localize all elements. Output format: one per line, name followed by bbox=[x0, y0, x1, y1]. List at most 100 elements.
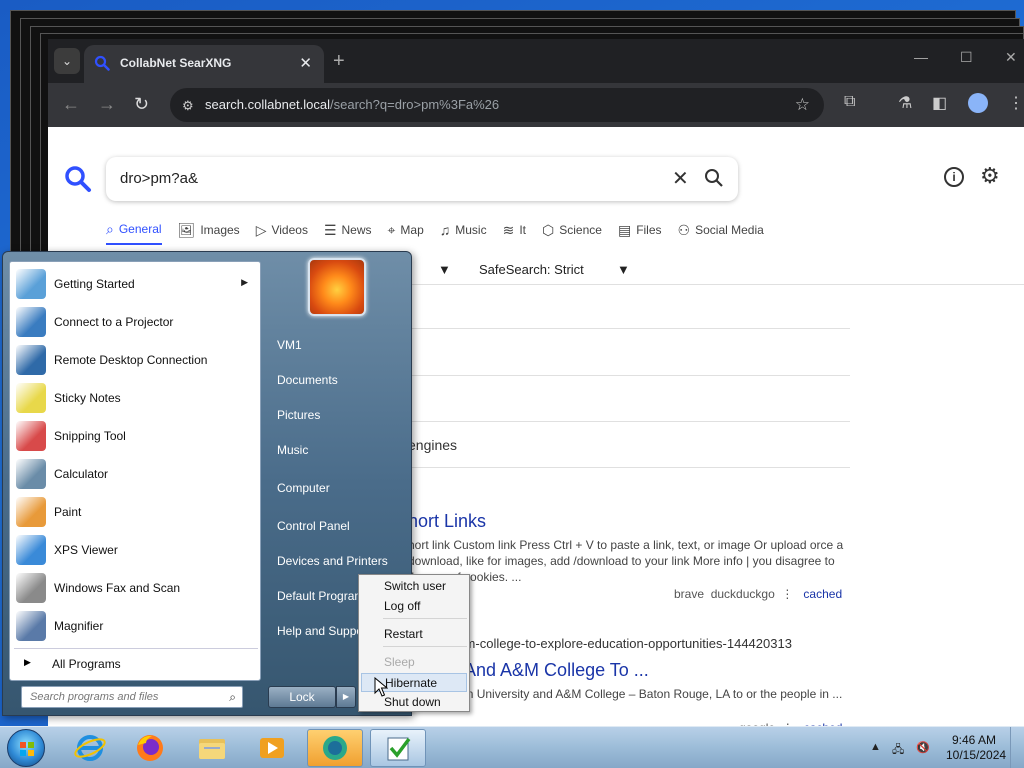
power-switch-user[interactable]: Switch user bbox=[361, 577, 467, 596]
category-label: News bbox=[341, 223, 372, 237]
menu-separator bbox=[383, 618, 467, 619]
url-text: search.collabnet.local/search?q=dro>pm%3… bbox=[205, 97, 500, 112]
filters-divider bbox=[408, 328, 850, 329]
close-window-button[interactable]: ✕ bbox=[1005, 49, 1017, 66]
power-options-arrow-button[interactable]: ▶ bbox=[336, 686, 356, 708]
tab-science[interactable]: ⬡ Science bbox=[542, 215, 602, 245]
menu-icon[interactable]: ⋮ bbox=[1008, 93, 1024, 113]
music-icon: ♫ bbox=[439, 222, 451, 238]
start-link-vm1[interactable]: VM1 bbox=[277, 338, 302, 352]
tab-files[interactable]: ▤ Files bbox=[618, 215, 662, 245]
browser-tab[interactable]: CollabNet SearXNG ✕ bbox=[84, 45, 324, 83]
extensions-icon[interactable]: ⧉ bbox=[844, 93, 855, 111]
app-label: Remote Desktop Connection bbox=[54, 353, 208, 367]
show-desktop-button[interactable] bbox=[1010, 727, 1024, 768]
start-app-windows-fax-and-scan[interactable]: Windows Fax and Scan bbox=[14, 570, 254, 606]
bookmark-star-icon[interactable]: ☆ bbox=[795, 95, 810, 115]
new-tab-button[interactable]: + bbox=[333, 50, 345, 73]
start-link-pictures[interactable]: Pictures bbox=[277, 408, 320, 422]
taskbar-app-active[interactable] bbox=[307, 729, 363, 767]
forward-icon[interactable]: → bbox=[98, 94, 116, 115]
network-icon[interactable]: 🖧 bbox=[892, 741, 904, 760]
start-button[interactable] bbox=[7, 729, 45, 767]
searxng-logo-icon[interactable] bbox=[64, 165, 92, 198]
power-restart[interactable]: Restart bbox=[361, 625, 467, 644]
safesearch-filter[interactable]: SafeSearch: Strict bbox=[479, 262, 584, 277]
start-app-paint[interactable]: Paint bbox=[14, 494, 254, 530]
tab-music[interactable]: ♫ Music bbox=[440, 215, 487, 245]
clear-search-icon[interactable]: ✕ bbox=[672, 166, 689, 191]
taskbar-checklist-app[interactable] bbox=[370, 729, 426, 767]
start-link-devices-and-printers[interactable]: Devices and Printers bbox=[277, 554, 388, 568]
profile-avatar[interactable] bbox=[968, 93, 988, 113]
taskbar-file-explorer[interactable] bbox=[184, 729, 240, 767]
start-link-documents[interactable]: Documents bbox=[277, 373, 338, 387]
minimize-button[interactable]: — bbox=[914, 49, 928, 65]
system-clock[interactable]: 9:46 AM 10/15/2024 bbox=[946, 733, 1006, 763]
start-app-calculator[interactable]: Calculator bbox=[14, 456, 254, 492]
engines-heading: engines bbox=[408, 437, 458, 453]
all-programs-arrow-icon: ▶ bbox=[24, 657, 31, 667]
tab-it[interactable]: ≋ It bbox=[503, 215, 526, 245]
tab-close-icon[interactable]: ✕ bbox=[299, 54, 312, 72]
start-app-snipping-tool[interactable]: Snipping Tool bbox=[14, 418, 254, 454]
submenu-arrow-icon: ▶ bbox=[241, 277, 248, 287]
reload-icon[interactable]: ↻ bbox=[134, 94, 149, 115]
engine-brave: brave bbox=[674, 587, 705, 601]
all-programs-label: All Programs bbox=[52, 657, 121, 671]
safesearch-dropdown-icon[interactable]: ▼ bbox=[617, 262, 630, 277]
power-log-off[interactable]: Log off bbox=[361, 597, 467, 616]
back-icon[interactable]: ← bbox=[62, 94, 80, 115]
programs-pane: ▶ All Programs Getting Started ▶ Connect t… bbox=[9, 261, 261, 681]
search-icon: ⌕ bbox=[106, 220, 114, 237]
lock-button[interactable]: Lock bbox=[268, 686, 336, 708]
tab-news[interactable]: ☰ News bbox=[324, 215, 372, 245]
start-search-input[interactable]: Search programs and files ⌕ bbox=[21, 686, 243, 708]
start-link-control-panel[interactable]: Control Panel bbox=[277, 519, 350, 533]
preferences-gear-icon[interactable]: ⚙ bbox=[980, 163, 1000, 189]
start-app-sticky-notes[interactable]: Sticky Notes bbox=[14, 380, 254, 416]
paint-icon bbox=[16, 497, 46, 527]
site-info-icon[interactable]: ⚙ bbox=[182, 98, 194, 114]
tab-search-button[interactable]: ⌄ bbox=[54, 48, 80, 74]
volume-muted-icon[interactable]: 🔇 bbox=[916, 741, 930, 754]
tab-videos[interactable]: ▷ Videos bbox=[256, 215, 308, 245]
side-panel-icon[interactable]: ◧ bbox=[932, 93, 947, 113]
show-hidden-icons-icon[interactable]: ▲ bbox=[870, 741, 881, 753]
address-bar[interactable]: ⚙ search.collabnet.local/search?q=dro>pm… bbox=[170, 88, 824, 122]
all-programs-button[interactable]: ▶ All Programs bbox=[14, 648, 258, 676]
search-box[interactable]: dro>pm?a& ✕ bbox=[106, 157, 738, 201]
category-label: Science bbox=[559, 223, 602, 237]
time-range-dropdown-icon[interactable]: ▼ bbox=[438, 262, 451, 277]
tab-general[interactable]: ⌕ General bbox=[106, 215, 162, 245]
app-label: Calculator bbox=[54, 467, 109, 481]
start-app-connect-to-a-projector[interactable]: Connect to a Projector bbox=[14, 304, 254, 340]
tab-map[interactable]: ⌖ Map bbox=[388, 215, 424, 245]
cached-link[interactable]: cached bbox=[803, 587, 842, 601]
tab-images[interactable]: 🖼 Images bbox=[178, 215, 240, 245]
taskbar-firefox[interactable] bbox=[122, 729, 178, 767]
start-link-computer[interactable]: Computer bbox=[277, 481, 330, 495]
sticky-notes-icon bbox=[16, 383, 46, 413]
user-picture-avatar[interactable] bbox=[308, 258, 366, 316]
start-app-remote-desktop-connection[interactable]: Remote Desktop Connection bbox=[14, 342, 254, 378]
snipping-tool-icon bbox=[16, 421, 46, 451]
layers-icon: ≋ bbox=[502, 221, 515, 238]
start-app-getting-started[interactable]: Getting Started ▶ bbox=[14, 266, 254, 302]
search-submit-icon[interactable] bbox=[704, 168, 724, 193]
start-app-xps-viewer[interactable]: XPS Viewer bbox=[14, 532, 254, 568]
start-link-help-and-support[interactable]: Help and Support bbox=[277, 624, 370, 638]
tab-social-media[interactable]: ⚇ Social Media bbox=[678, 215, 764, 245]
start-link-music[interactable]: Music bbox=[277, 443, 308, 457]
taskbar-internet-explorer[interactable] bbox=[62, 729, 118, 767]
maximize-button[interactable]: ☐ bbox=[960, 49, 973, 66]
start-link-default-programs[interactable]: Default Programs bbox=[277, 589, 370, 603]
category-label: Map bbox=[400, 223, 424, 237]
search-input[interactable]: dro>pm?a& bbox=[120, 170, 198, 187]
category-label: Videos bbox=[271, 223, 308, 237]
taskbar-media-player[interactable] bbox=[244, 729, 300, 767]
about-info-icon[interactable]: i bbox=[944, 167, 964, 187]
start-app-magnifier[interactable]: Magnifier bbox=[14, 608, 254, 644]
result-1-title[interactable]: hort Links bbox=[408, 511, 486, 532]
labs-icon[interactable]: ⚗ bbox=[898, 93, 912, 113]
